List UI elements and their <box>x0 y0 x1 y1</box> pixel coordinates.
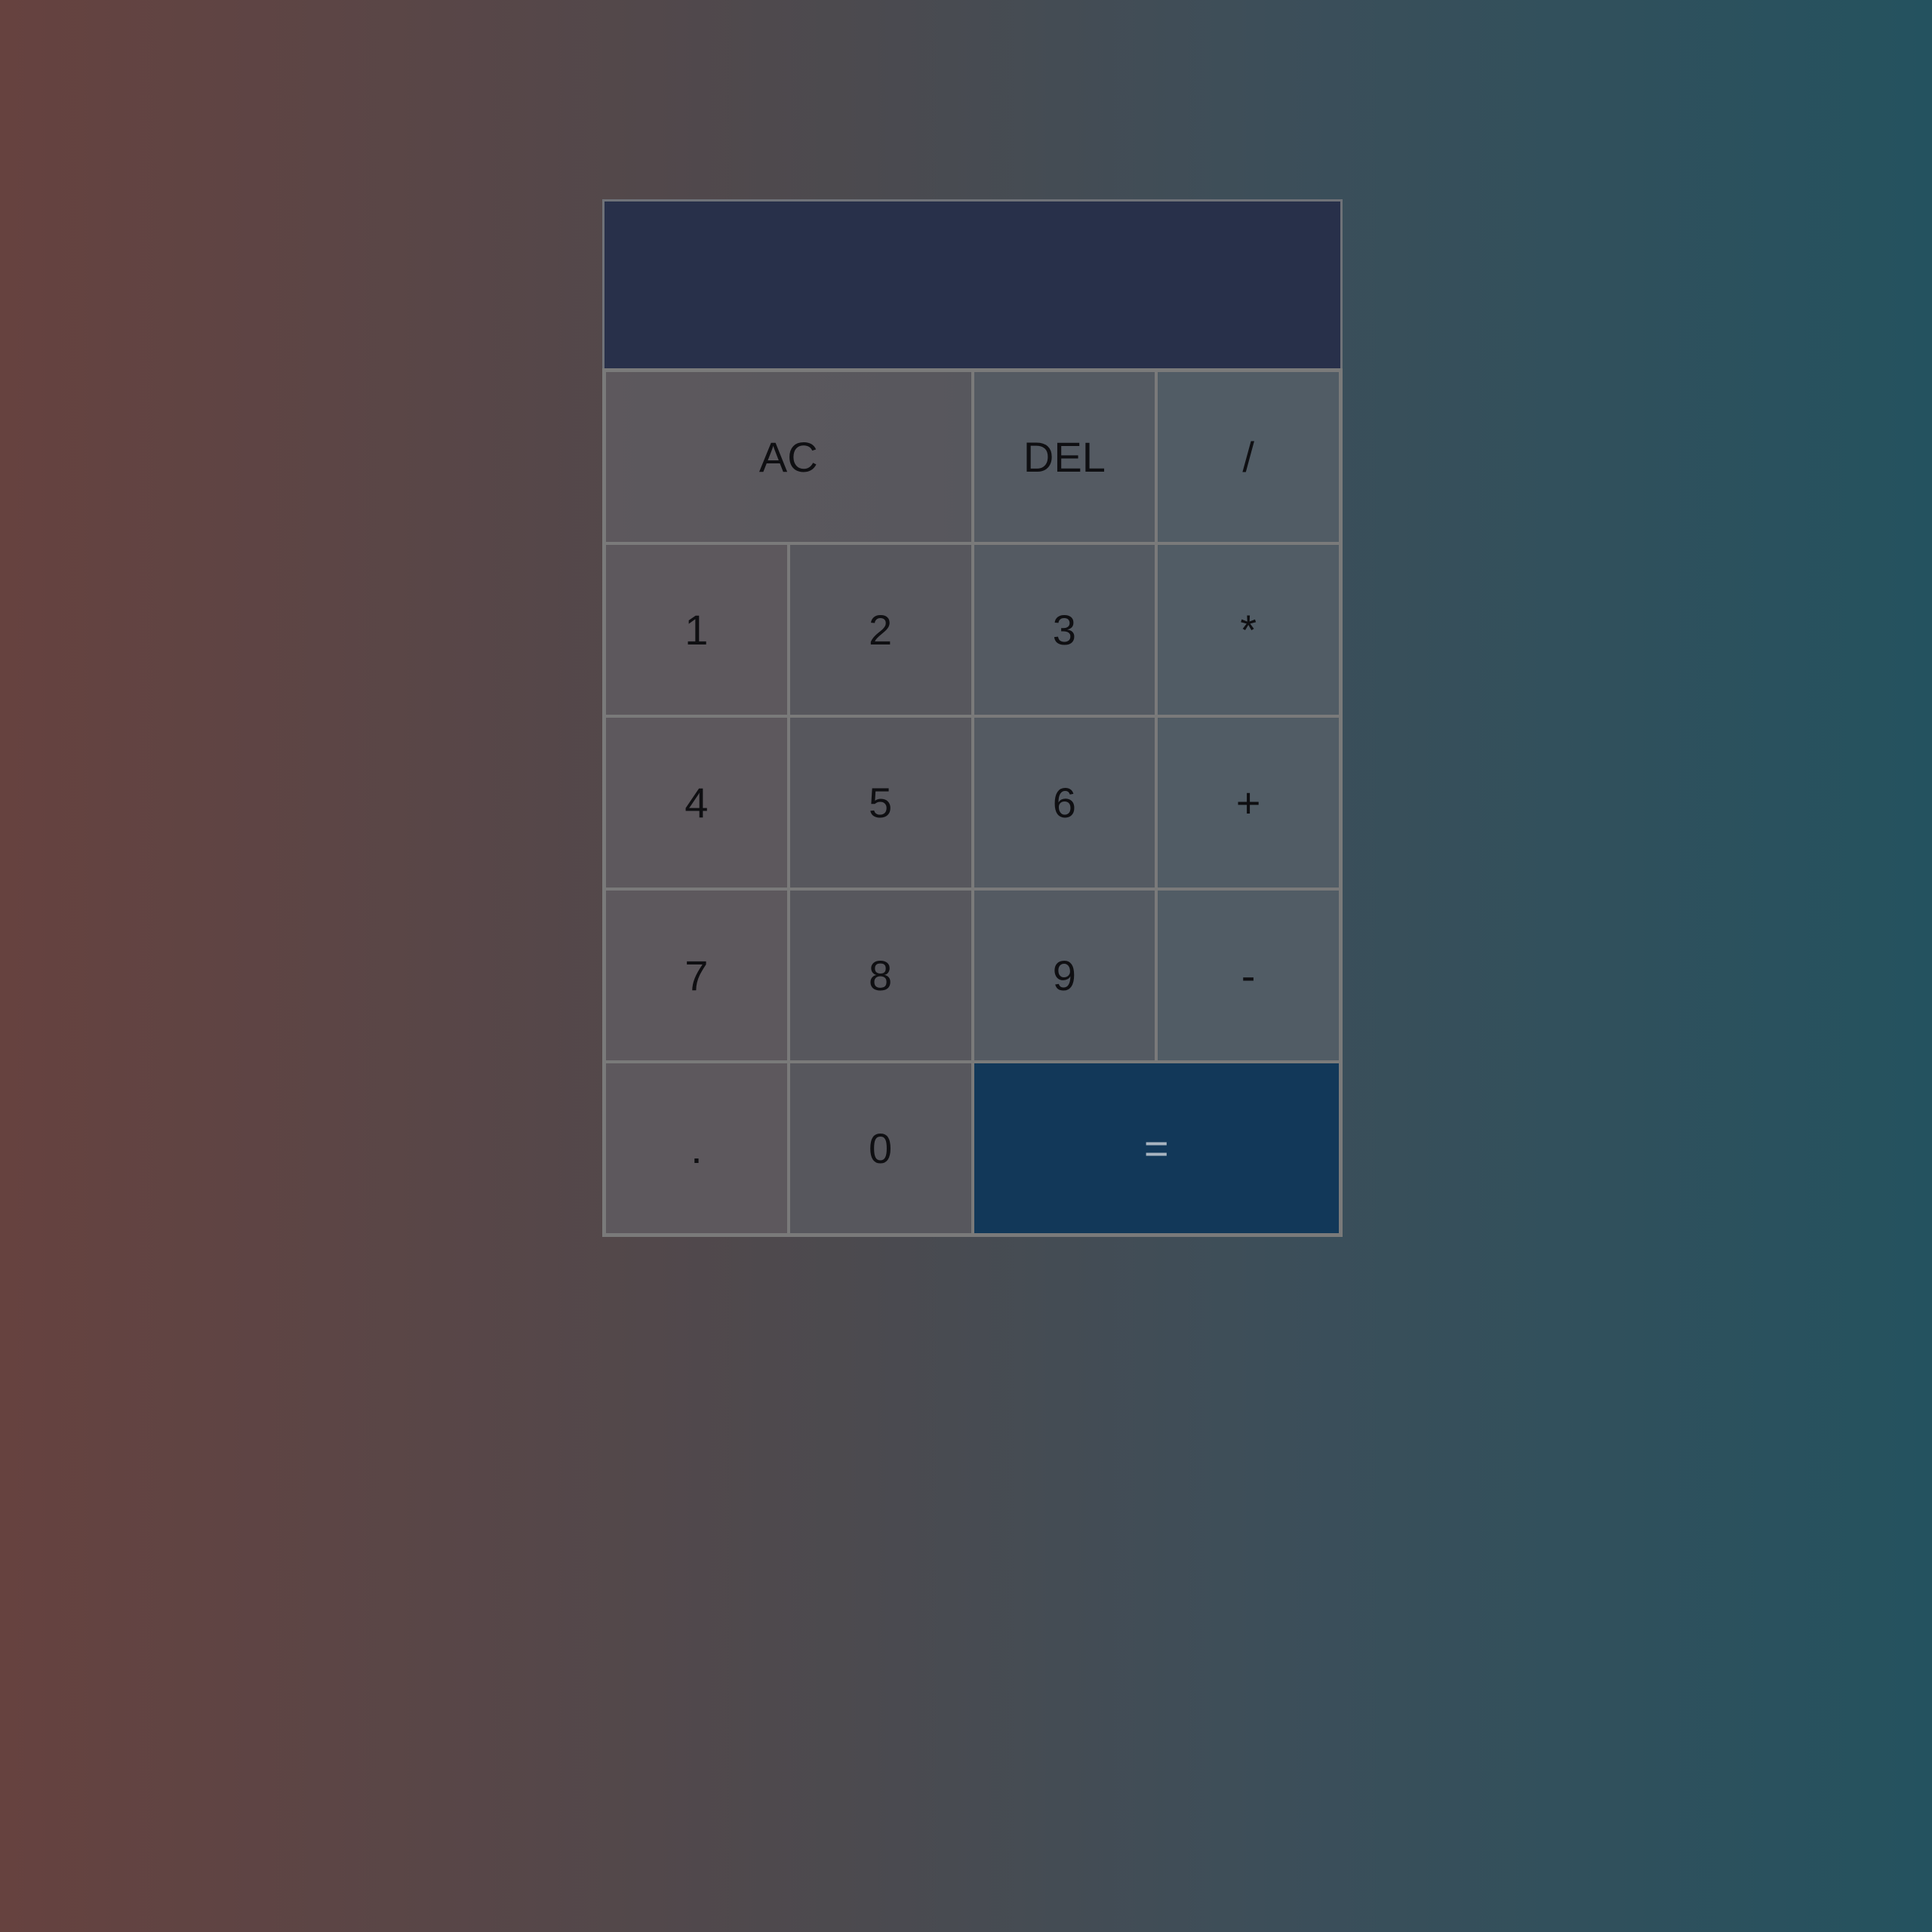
multiply-button[interactable]: * <box>1158 545 1339 715</box>
calculator-display <box>602 199 1343 368</box>
digit-5-button[interactable]: 5 <box>789 718 971 888</box>
digit-8-button[interactable]: 8 <box>789 891 971 1060</box>
add-button[interactable]: + <box>1158 718 1339 888</box>
decimal-button[interactable]: . <box>606 1063 787 1233</box>
calculator: AC DEL / 1 2 3 * 4 5 6 + 7 8 9 - . 0 = <box>602 199 1343 1237</box>
divide-button[interactable]: / <box>1158 372 1339 542</box>
all-clear-button[interactable]: AC <box>606 372 971 542</box>
digit-3-button[interactable]: 3 <box>974 545 1155 715</box>
digit-0-button[interactable]: 0 <box>789 1063 971 1233</box>
subtract-button[interactable]: - <box>1158 891 1339 1060</box>
digit-4-button[interactable]: 4 <box>606 718 787 888</box>
digit-6-button[interactable]: 6 <box>974 718 1155 888</box>
delete-button[interactable]: DEL <box>974 372 1155 542</box>
digit-7-button[interactable]: 7 <box>606 891 787 1060</box>
digit-1-button[interactable]: 1 <box>606 545 787 715</box>
digit-9-button[interactable]: 9 <box>974 891 1155 1060</box>
equals-button[interactable]: = <box>974 1063 1339 1233</box>
digit-2-button[interactable]: 2 <box>789 545 971 715</box>
keypad: AC DEL / 1 2 3 * 4 5 6 + 7 8 9 - . 0 = <box>602 368 1343 1237</box>
